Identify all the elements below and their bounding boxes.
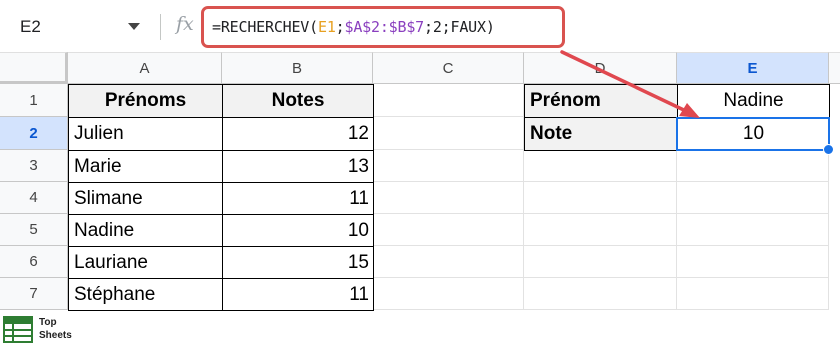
cell-d6[interactable] <box>524 246 677 278</box>
select-all-corner[interactable] <box>0 52 68 84</box>
row-header-3[interactable]: 3 <box>0 150 68 182</box>
cell-c3[interactable] <box>373 150 524 182</box>
formula-text: =RECHERCHEV(E1;$A$2:$B$7;2;FAUX) <box>212 18 495 36</box>
row-header-5[interactable]: 5 <box>0 214 68 246</box>
table-row-note[interactable]: 12 <box>222 117 374 151</box>
cell-c6[interactable] <box>373 246 524 278</box>
table-header-notes[interactable]: Notes <box>222 84 374 118</box>
table-row-note[interactable]: 10 <box>222 214 374 247</box>
fx-icon: fx <box>176 13 194 35</box>
table-row-note[interactable]: 13 <box>222 150 374 183</box>
logo-text: Top Sheets <box>39 316 72 342</box>
table-row-note[interactable]: 11 <box>222 182 374 215</box>
formula-arg-e1: E1 <box>317 18 336 36</box>
sheets-logo-icon <box>3 316 33 343</box>
row-header-1[interactable]: 1 <box>0 84 68 117</box>
row-header-7[interactable]: 7 <box>0 278 68 310</box>
column-header-d[interactable]: D <box>524 52 677 84</box>
cell-c5[interactable] <box>373 214 524 246</box>
table-row-name[interactable]: Julien <box>68 117 223 151</box>
formula-arg-index: 2 <box>432 18 442 36</box>
fill-handle[interactable] <box>823 144 834 155</box>
table-row-name[interactable]: Slimane <box>68 182 223 215</box>
cell-e3[interactable] <box>677 150 829 182</box>
lookup-value-note[interactable]: 10 <box>677 117 830 151</box>
chevron-down-icon[interactable] <box>128 23 140 30</box>
cell-e7[interactable] <box>677 278 829 310</box>
column-header-c[interactable]: C <box>373 52 524 84</box>
column-header-f[interactable] <box>829 52 840 84</box>
table-header-prenoms[interactable]: Prénoms <box>68 84 223 118</box>
name-box[interactable]: E2 <box>0 9 156 45</box>
row-header-4[interactable]: 4 <box>0 182 68 214</box>
cell-c7[interactable] <box>373 278 524 310</box>
table-row-note[interactable]: 11 <box>222 278 374 311</box>
cell-c1[interactable] <box>373 84 524 117</box>
column-header-b[interactable]: B <box>222 52 373 84</box>
table-row-note[interactable]: 15 <box>222 246 374 279</box>
column-header-e[interactable]: E <box>677 52 829 84</box>
cell-d4[interactable] <box>524 182 677 214</box>
formula-input[interactable]: =RECHERCHEV(E1;$A$2:$B$7;2;FAUX) <box>201 6 565 48</box>
cell-reference: E2 <box>20 17 41 36</box>
formula-bar-divider <box>160 14 161 40</box>
row-header-2[interactable]: 2 <box>0 117 68 150</box>
cell-e4[interactable] <box>677 182 829 214</box>
row-header-6[interactable]: 6 <box>0 246 68 278</box>
lookup-label-note[interactable]: Note <box>524 117 678 151</box>
cell-d7[interactable] <box>524 278 677 310</box>
lookup-label-prenom[interactable]: Prénom <box>524 84 678 118</box>
cell-c2[interactable] <box>373 117 524 150</box>
formula-arg-range: $A$2:$B$7 <box>344 18 425 36</box>
table-row-name[interactable]: Lauriane <box>68 246 223 279</box>
cell-d5[interactable] <box>524 214 677 246</box>
formula-sep: ; <box>423 18 433 36</box>
table-row-name[interactable]: Nadine <box>68 214 223 247</box>
logo-line-1: Top <box>39 317 57 328</box>
lookup-value-prenom[interactable]: Nadine <box>677 84 830 118</box>
cell-d3[interactable] <box>524 150 677 182</box>
table-row-name[interactable]: Stéphane <box>68 278 223 311</box>
cell-c4[interactable] <box>373 182 524 214</box>
formula-prefix: =RECHERCHEV( <box>212 18 318 36</box>
formula-bar: E2 fx =RECHERCHEV(E1;$A$2:$B$7;2;FAUX) <box>0 0 840 52</box>
table-row-name[interactable]: Marie <box>68 150 223 183</box>
cell-e6[interactable] <box>677 246 829 278</box>
cell-e5[interactable] <box>677 214 829 246</box>
logo-line-2: Sheets <box>39 330 72 341</box>
formula-suffix: FAUX) <box>450 18 495 36</box>
column-header-a[interactable]: A <box>68 52 222 84</box>
top-sheets-logo: Top Sheets <box>3 315 93 344</box>
formula-sep: ; <box>335 18 345 36</box>
formula-sep: ; <box>441 18 451 36</box>
